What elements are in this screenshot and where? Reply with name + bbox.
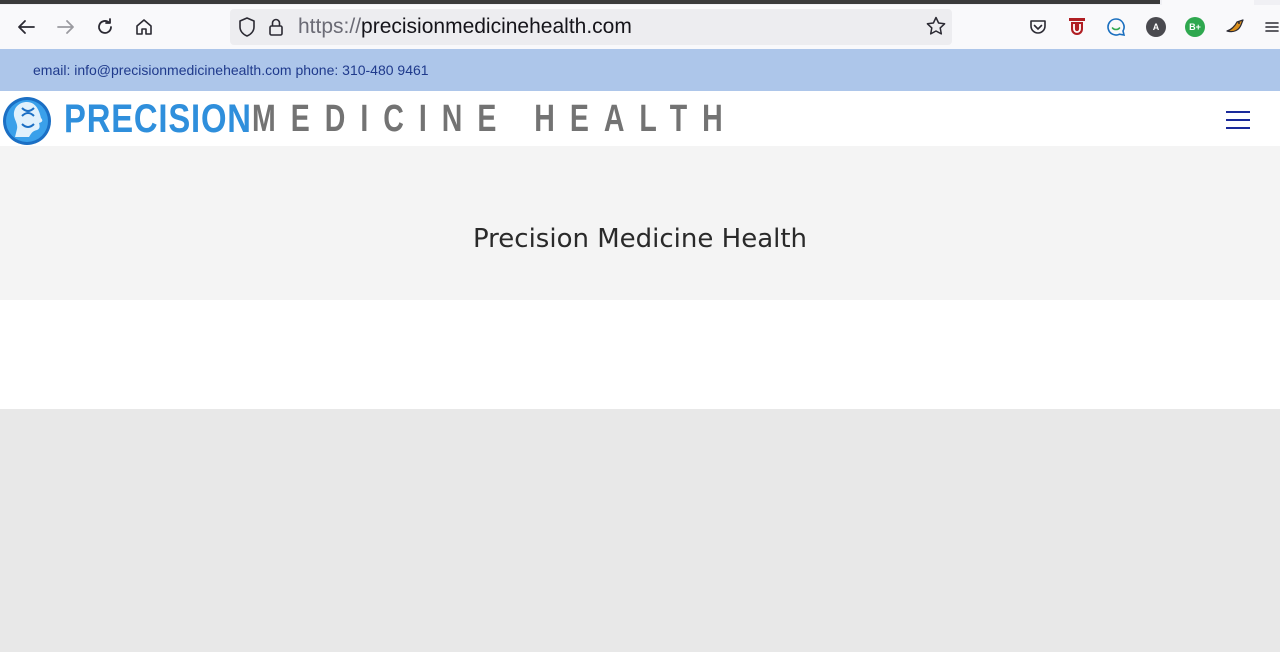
- logo-text-precision[interactable]: PRECISION: [64, 95, 252, 143]
- home-icon: [136, 19, 152, 35]
- browser-toolbar: https://precisionmedicinehealth.com A B+: [0, 5, 1280, 50]
- web-page: email: info@precisionmedicinehealth.com …: [0, 49, 1280, 652]
- tracking-shield-icon[interactable]: [238, 17, 256, 41]
- url-scheme: https://: [298, 15, 362, 38]
- menu-bar-line: [1226, 111, 1250, 113]
- bookmark-star-icon[interactable]: [926, 16, 946, 40]
- menu-bar-line: [1226, 119, 1250, 121]
- reload-button[interactable]: [91, 13, 119, 41]
- tab-strip-background: [0, 0, 1160, 4]
- content-area: [0, 300, 1280, 409]
- back-button[interactable]: [12, 13, 40, 41]
- account-a-icon[interactable]: A: [1146, 17, 1166, 37]
- site-header: PRECISION MEDICINE HEALTH: [0, 91, 1280, 146]
- home-button[interactable]: [130, 13, 158, 41]
- forward-arrow-icon: [57, 20, 74, 34]
- chat-extension-icon[interactable]: [1106, 17, 1126, 37]
- pocket-icon[interactable]: [1028, 17, 1048, 37]
- logo-text-medicine-health[interactable]: MEDICINE HEALTH: [252, 95, 738, 143]
- app-menu-icon[interactable]: [1264, 17, 1280, 37]
- page-title: Precision Medicine Health: [472, 224, 808, 254]
- address-bar[interactable]: https://precisionmedicinehealth.com: [230, 9, 952, 45]
- bplus-extension-icon[interactable]: B+: [1185, 17, 1205, 37]
- forward-button[interactable]: [52, 13, 80, 41]
- back-arrow-icon: [18, 20, 35, 34]
- lock-icon[interactable]: [268, 17, 284, 41]
- logo-mark-icon[interactable]: [0, 94, 56, 146]
- ublock-icon[interactable]: [1067, 17, 1087, 37]
- extension-bird-icon[interactable]: [1225, 17, 1245, 37]
- contact-bar: email: info@precisionmedicinehealth.com …: [0, 49, 1280, 91]
- url-text[interactable]: https://precisionmedicinehealth.com: [298, 15, 632, 39]
- contact-info[interactable]: email: info@precisionmedicinehealth.com …: [33, 62, 429, 78]
- menu-bar-line: [1226, 127, 1250, 129]
- hero-section: Precision Medicine Health: [0, 146, 1280, 300]
- footer-area: [0, 409, 1280, 652]
- reload-icon: [98, 18, 112, 34]
- url-host: precisionmedicinehealth.com: [361, 15, 632, 38]
- hamburger-menu-button[interactable]: [1226, 109, 1252, 131]
